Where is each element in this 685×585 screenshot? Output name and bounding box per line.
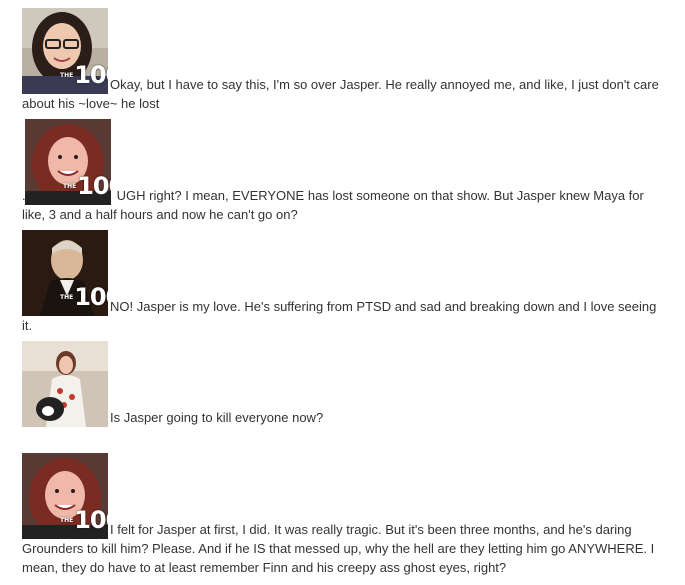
woman-red-hair-avatar: THE100 xyxy=(25,119,111,205)
the-100-logo: THE100 xyxy=(63,172,111,200)
chat-entry: Is Jasper going to kill everyone now? xyxy=(22,341,662,427)
woman-red-hair-avatar: THE100 xyxy=(22,453,108,539)
message-text: UGH right? I mean, EVERYONE has lost som… xyxy=(22,188,644,222)
message-text: Okay, but I have to say this, I'm so ove… xyxy=(22,77,659,111)
woman-with-dog-avatar xyxy=(22,341,108,427)
portrait-painting-avatar: THE100 xyxy=(22,230,108,316)
message-text: Is Jasper going to kill everyone now? xyxy=(110,410,324,425)
woman-glasses-avatar: THE100 xyxy=(22,8,108,94)
the-100-logo: THE100 xyxy=(60,506,108,534)
message-text: NO! Jasper is my love. He's suffering fr… xyxy=(22,299,657,333)
chat-entry: THE100 NO! Jasper is my love. He's suffe… xyxy=(22,230,662,335)
chat-entry: THE100 Okay, but I have to say this, I'm… xyxy=(22,8,662,113)
message-text: I felt for Jasper at first, I did. It wa… xyxy=(22,522,655,575)
chat-entry: . THE100 UGH right? I mean, EVERYONE has… xyxy=(22,119,662,224)
the-100-logo: THE100 xyxy=(60,283,108,311)
chat-entry: THE100 I felt for Jasper at first, I did… xyxy=(22,453,662,577)
the-100-logo: THE100 xyxy=(60,61,108,89)
